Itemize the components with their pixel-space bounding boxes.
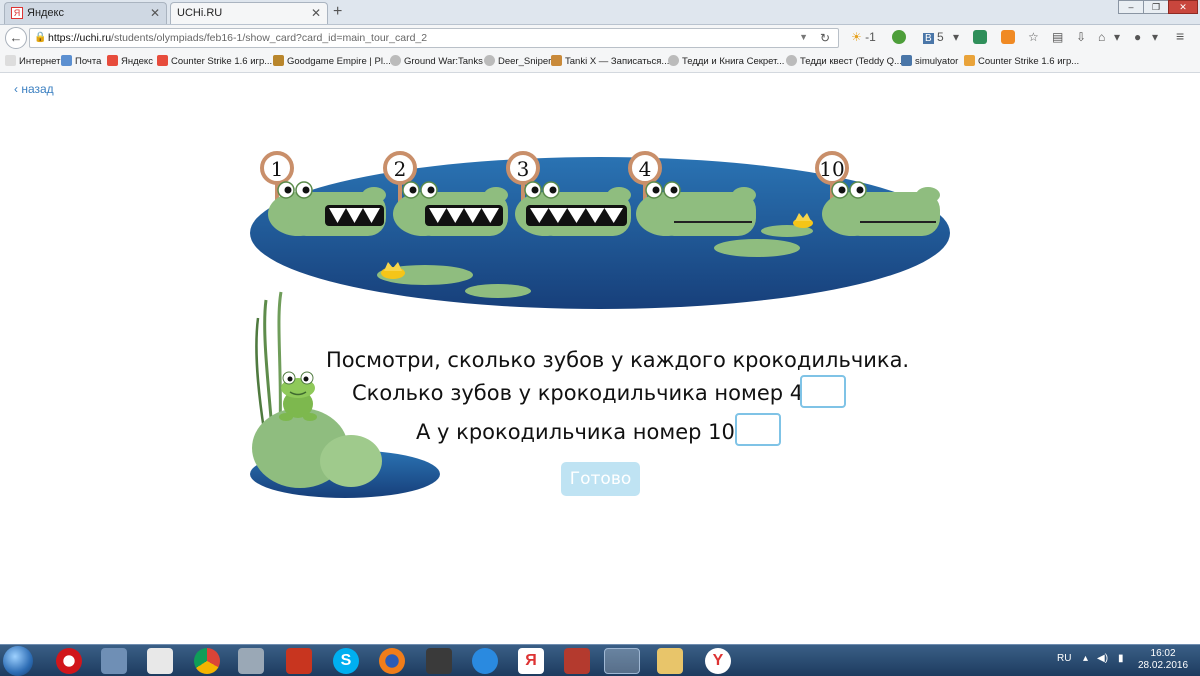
answer-input-4[interactable] [800, 375, 846, 408]
crocodile-number: 10 [819, 157, 844, 181]
lily-pad [465, 284, 531, 298]
yandex-browser-icon[interactable]: Y [705, 648, 731, 674]
rock [320, 435, 382, 487]
crocodile-pupil [838, 186, 846, 194]
crocodile-nose [916, 187, 940, 203]
answer-input-10[interactable] [735, 413, 781, 446]
reed [277, 291, 283, 431]
app-icon[interactable] [286, 648, 312, 674]
opera-icon[interactable] [56, 648, 82, 674]
crocodile-pupil [531, 186, 539, 194]
language-indicator[interactable]: RU [1057, 653, 1071, 664]
crocodile-nose [607, 187, 631, 203]
crocodile: 10 [815, 151, 940, 236]
computer-icon[interactable] [101, 648, 127, 674]
question-text: Сколько зубов у крокодильчика номер 4? [352, 381, 815, 405]
camera-icon[interactable] [426, 648, 452, 674]
crocodile-number: 1 [271, 157, 284, 181]
firefox-active-icon[interactable] [604, 648, 640, 674]
crocodile-pupil [652, 186, 660, 194]
crocodile-pupil [302, 186, 310, 194]
crocodile-pupil [427, 186, 435, 194]
folder-icon[interactable] [657, 648, 683, 674]
crocodile-pupil [409, 186, 417, 194]
firefox-icon[interactable] [379, 648, 405, 674]
taskbar: S Я Y RU ▴ ◀) ▮ 16:02 28.02.2016 [0, 644, 1200, 676]
chrome-icon[interactable] [194, 648, 220, 674]
tray-arrow-icon[interactable]: ▴ [1083, 653, 1088, 664]
clock[interactable]: 16:02 28.02.2016 [1138, 648, 1188, 672]
question-text: Посмотри, сколько зубов у каждого крокод… [326, 348, 910, 372]
paint-icon[interactable] [238, 648, 264, 674]
reed [263, 299, 274, 431]
media-player-icon[interactable] [147, 648, 173, 674]
yandex-icon[interactable]: Я [518, 648, 544, 674]
crocodile-pupil [856, 186, 864, 194]
crocodile-nose [732, 187, 756, 203]
done-button[interactable]: Готово [561, 462, 640, 496]
question-text: А у крокодильчика номер 10? [416, 420, 747, 444]
crocodile-pupil [549, 186, 557, 194]
crocodile-number: 3 [517, 157, 530, 181]
skype-icon[interactable]: S [333, 648, 359, 674]
crocodile-nose [484, 187, 508, 203]
crocodile-nose [362, 187, 386, 203]
volume-icon[interactable]: ◀) [1097, 653, 1108, 664]
start-button[interactable] [3, 646, 33, 676]
crocodile: 1 [260, 151, 386, 236]
crocodile-number: 4 [639, 157, 652, 181]
internet-explorer-icon[interactable] [472, 648, 498, 674]
network-icon[interactable]: ▮ [1118, 653, 1124, 664]
clock-date: 28.02.2016 [1138, 660, 1189, 671]
crocodile-number: 2 [394, 157, 407, 181]
reed [255, 317, 266, 431]
frog-icon [279, 371, 317, 421]
crocodile-pupil [670, 186, 678, 194]
game-icon[interactable] [564, 648, 590, 674]
olympiad-illustration: 1 2 3 4 10 [250, 151, 950, 498]
lily-pad [714, 239, 800, 257]
crocodile-pupil [284, 186, 292, 194]
clock-time: 16:02 [1150, 648, 1176, 659]
